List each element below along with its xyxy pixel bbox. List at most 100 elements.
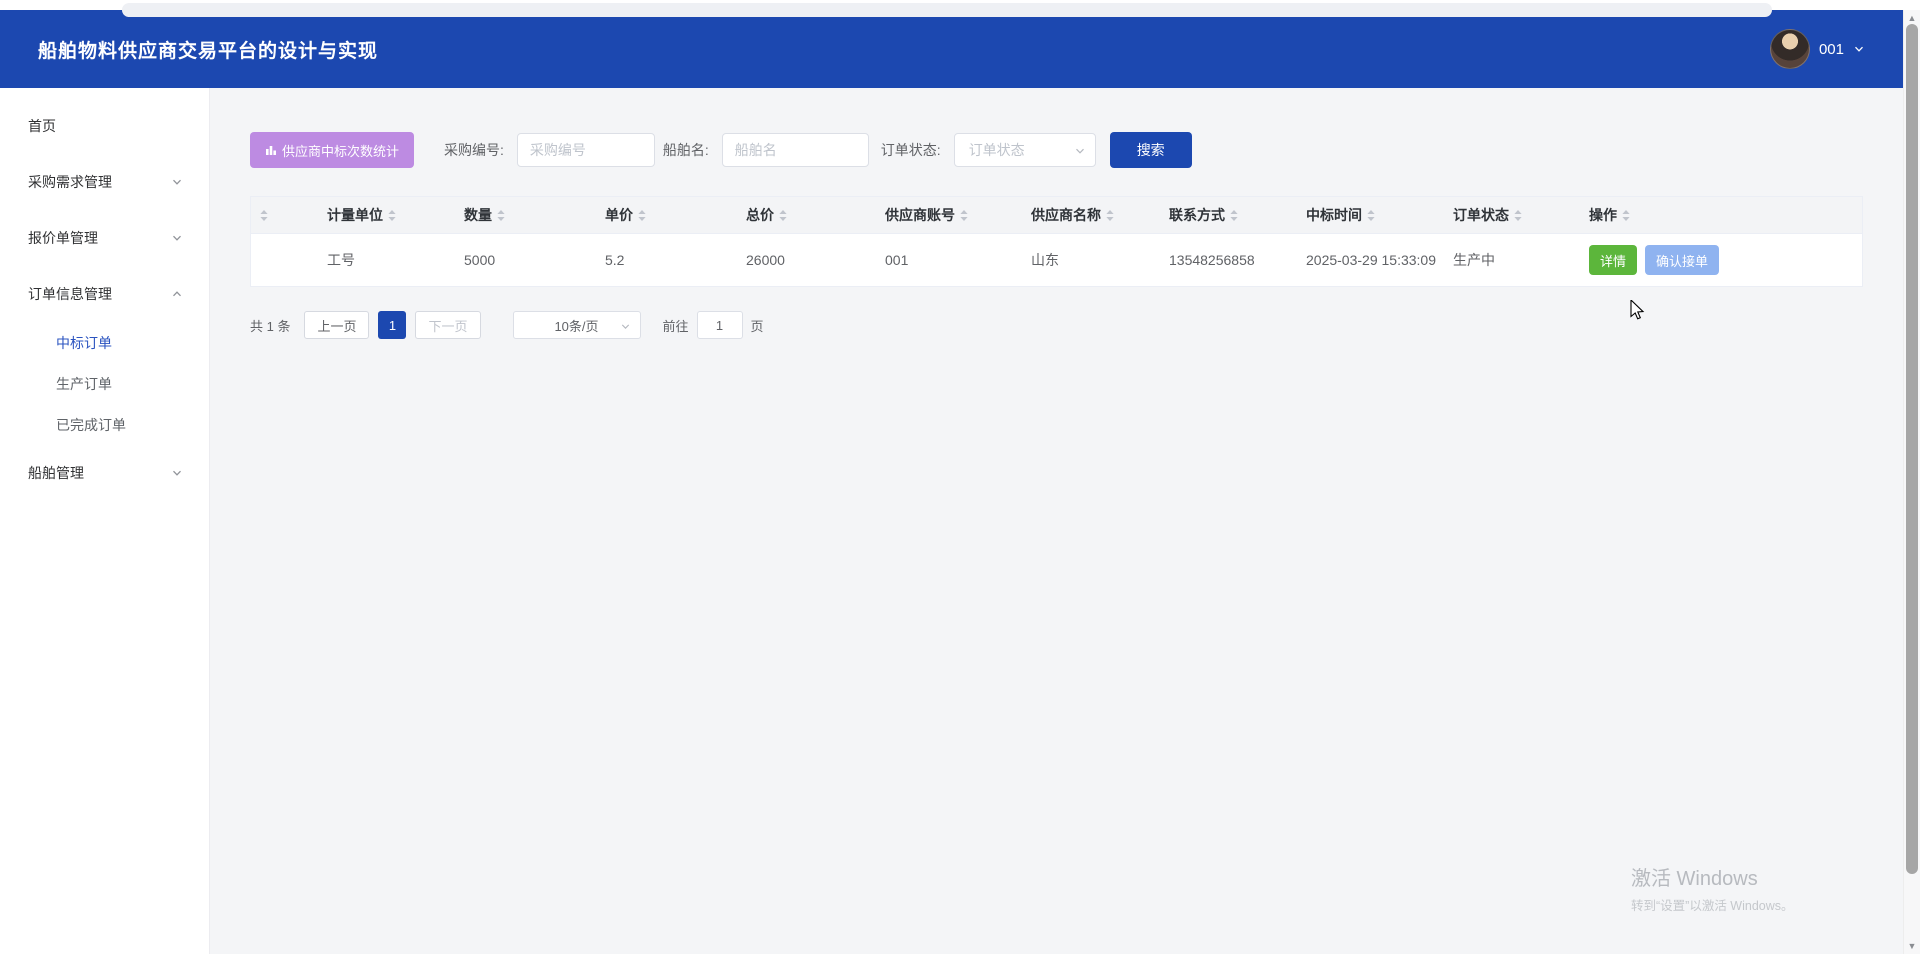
sidebar-item-label: 船舶管理 [28, 465, 84, 481]
vertical-scrollbar[interactable]: ▲ ▼ [1903, 10, 1920, 954]
table-header-contact[interactable]: 联系方式 [1169, 205, 1306, 225]
next-page-button[interactable]: 下一页 [415, 311, 481, 339]
table-header-supplier-name[interactable]: 供应商名称 [1031, 205, 1169, 225]
column-label: 联系方式 [1169, 207, 1225, 223]
chevron-down-icon [1074, 145, 1086, 157]
goto-page-input[interactable] [696, 311, 743, 339]
app-title: 船舶物料供应商交易平台的设计与实现 [38, 40, 379, 62]
scrollbar-down-arrow[interactable]: ▼ [1904, 938, 1920, 954]
table-header-actions[interactable]: 操作 [1589, 205, 1862, 225]
column-label: 订单状态 [1453, 207, 1509, 223]
table-header-unit[interactable]: 计量单位 [327, 205, 464, 225]
search-button[interactable]: 搜索 [1109, 132, 1192, 168]
scrollbar-thumb[interactable] [1906, 24, 1918, 874]
sidebar-item-production-orders[interactable]: 生产订单 [0, 363, 209, 404]
sort-icon[interactable] [387, 209, 397, 221]
cell-contact: 13548256858 [1169, 252, 1255, 268]
table-header-win-time[interactable]: 中标时间 [1306, 205, 1453, 225]
sort-icon[interactable] [259, 209, 269, 221]
sidebar-item-label: 订单信息管理 [28, 286, 112, 302]
prev-page-button[interactable]: 上一页 [304, 311, 370, 339]
cell-total-price: 26000 [746, 252, 785, 268]
windows-activation-watermark: 激活 Windows 转到“设置”以激活 Windows。 [1631, 862, 1794, 914]
table-header-unit-price[interactable]: 单价 [605, 205, 746, 225]
chevron-up-icon [171, 288, 183, 300]
column-label: 供应商名称 [1031, 207, 1101, 223]
cell-supplier-account: 001 [885, 252, 909, 268]
page-size-value: 10条/页 [554, 318, 599, 334]
sort-icon[interactable] [1366, 209, 1376, 221]
sort-icon[interactable] [1229, 209, 1239, 221]
order-status-select-value: 订单状态 [968, 142, 1025, 158]
sidebar: 首页 采购需求管理 报价单管理 订单信息管理 中标订单 生产订单 已完成订单 船… [0, 88, 210, 954]
chevron-down-icon [171, 176, 183, 188]
avatar[interactable] [1769, 29, 1810, 69]
cell-quantity: 5000 [464, 252, 496, 268]
user-menu[interactable]: 001 [1769, 29, 1865, 69]
page-size-select[interactable]: 10条/页 [512, 311, 641, 339]
sidebar-item-order-info[interactable]: 订单信息管理 [0, 266, 209, 322]
sidebar-item-ship-management[interactable]: 船舶管理 [0, 445, 209, 501]
sidebar-item-label: 中标订单 [56, 334, 112, 351]
chevron-down-icon [620, 321, 631, 332]
filter-bar: 供应商中标次数统计 采购编号: 船舶名: 订单状态: 订单状态 搜索 [250, 132, 1863, 168]
sidebar-item-label: 报价单管理 [28, 230, 98, 246]
watermark-subtitle: 转到“设置”以激活 Windows。 [1631, 899, 1794, 913]
supplier-stats-button[interactable]: 供应商中标次数统计 [250, 132, 415, 168]
cell-unit: 工号 [327, 252, 355, 268]
sort-icon[interactable] [1513, 209, 1523, 221]
content-area: 供应商中标次数统计 采购编号: 船舶名: 订单状态: 订单状态 搜索 [210, 88, 1903, 954]
chevron-down-icon [171, 232, 183, 244]
cell-unit-price: 5.2 [605, 252, 625, 268]
sort-icon[interactable] [496, 209, 506, 221]
purchase-no-label: 采购编号: [444, 142, 504, 158]
ship-name-input[interactable] [721, 133, 869, 167]
page-unit-label: 页 [750, 318, 764, 334]
main-layout: 首页 采购需求管理 报价单管理 订单信息管理 中标订单 生产订单 已完成订单 船… [0, 88, 1903, 954]
sidebar-item-completed-orders[interactable]: 已完成订单 [0, 404, 209, 445]
table-header-total-price[interactable]: 总价 [746, 205, 885, 225]
sort-icon[interactable] [959, 209, 969, 221]
table-header-row: 计量单位 数量 单价 总价 供应商账号 供应商名称 联系方式 中标时间 订单状态… [251, 197, 1862, 233]
column-label: 供应商账号 [885, 207, 955, 223]
column-label: 单价 [605, 207, 633, 223]
sidebar-item-label: 首页 [28, 118, 56, 134]
sidebar-item-quotation[interactable]: 报价单管理 [0, 210, 209, 266]
table-header-supplier-account[interactable]: 供应商账号 [885, 205, 1031, 225]
page: 船舶物料供应商交易平台的设计与实现 001 首页 采购需求管理 报价单管理 订单… [0, 0, 1920, 954]
column-label: 操作 [1589, 207, 1617, 223]
orders-table: 计量单位 数量 单价 总价 供应商账号 供应商名称 联系方式 中标时间 订单状态… [250, 196, 1863, 287]
page-number-1[interactable]: 1 [378, 311, 407, 339]
table-header-expand[interactable] [251, 209, 327, 221]
cell-actions: 详情 确认接单 [1589, 245, 1862, 275]
top-strip [0, 0, 1920, 17]
chevron-down-icon [1853, 43, 1865, 55]
sort-icon[interactable] [1105, 209, 1115, 221]
order-status-select[interactable]: 订单状态 [953, 133, 1096, 167]
confirm-order-button[interactable]: 确认接单 [1645, 245, 1720, 275]
column-label: 计量单位 [327, 207, 383, 223]
bar-chart-icon [265, 144, 277, 156]
column-label: 数量 [464, 207, 492, 223]
sort-icon[interactable] [1621, 209, 1631, 221]
purchase-no-input[interactable] [516, 133, 655, 167]
chevron-down-icon [171, 467, 183, 479]
sidebar-item-winning-orders[interactable]: 中标订单 [0, 322, 209, 363]
goto-label: 前往 [662, 318, 689, 334]
sort-icon[interactable] [637, 209, 647, 221]
cell-supplier-name: 山东 [1031, 252, 1059, 268]
sidebar-item-home[interactable]: 首页 [0, 98, 209, 154]
table-header-quantity[interactable]: 数量 [464, 205, 605, 225]
order-status-label: 订单状态: [880, 142, 941, 158]
sort-icon[interactable] [778, 209, 788, 221]
top-strip-hint [122, 3, 1772, 17]
table-row[interactable]: 工号 5000 5.2 26000 001 山东 13548256858 202… [251, 233, 1862, 287]
sidebar-item-label: 采购需求管理 [28, 174, 112, 190]
sidebar-item-purchase-demand[interactable]: 采购需求管理 [0, 154, 209, 210]
detail-button[interactable]: 详情 [1589, 245, 1638, 275]
watermark-title: 激活 Windows [1631, 868, 1758, 890]
column-label: 总价 [746, 207, 774, 223]
pagination: 共 1 条 上一页 1 下一页 10条/页 前往 页 [250, 311, 1863, 339]
table-header-order-status[interactable]: 订单状态 [1453, 205, 1589, 225]
cell-order-status: 生产中 [1453, 252, 1495, 268]
